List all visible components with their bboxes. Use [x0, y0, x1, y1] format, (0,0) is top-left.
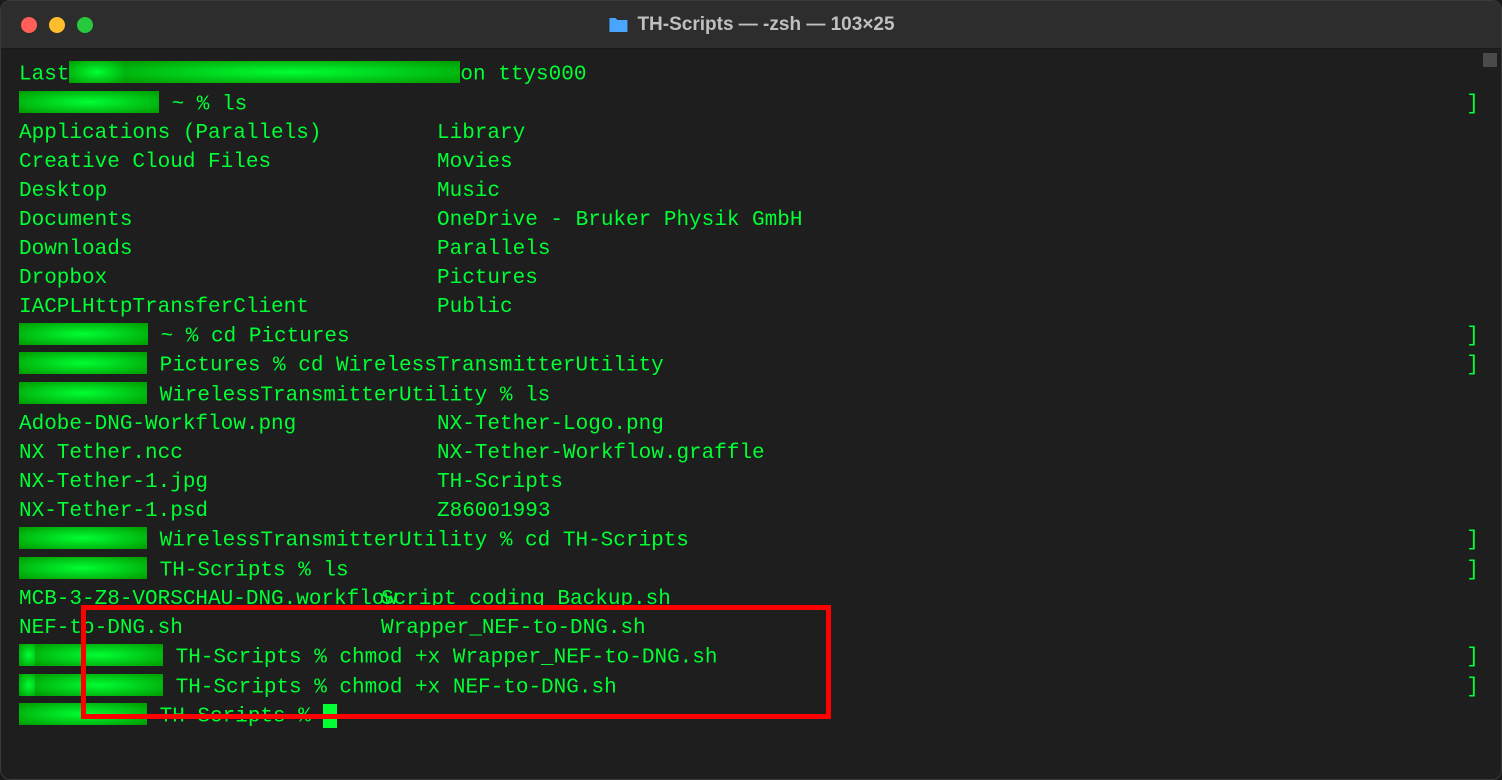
list-item: Desktop [19, 178, 437, 207]
list-item: TH-Scripts [437, 469, 1483, 498]
folder-icon [607, 16, 629, 34]
prompt-line: WirelessTransmitterUtility % ls [19, 382, 1483, 412]
prompt-line: TH-Scripts % ls] [19, 557, 1483, 587]
list-item: NX-Tether-Logo.png [437, 411, 1483, 440]
terminal-window: TH-Scripts — -zsh — 103×25 Laston ttys00… [0, 0, 1502, 780]
redacted-hostname [19, 323, 148, 345]
list-item: Script_coding_Backup.sh [381, 586, 1483, 615]
redacted-hostname [19, 382, 147, 404]
list-item: IACPLHttpTransferClient [19, 294, 437, 323]
prompt-line: TH-Scripts % chmod +x NEF-to-DNG.sh] [19, 674, 1483, 704]
list-item: Creative Cloud Files [19, 149, 437, 178]
redacted-hostname [19, 527, 147, 549]
list-item: Parallels [437, 236, 1483, 265]
ls-output-thscripts: MCB-3-Z8-VORSCHAU-DNG.workflow NEF-to-DN… [19, 586, 1483, 644]
prompt-line: TH-Scripts % chmod +x Wrapper_NEF-to-DNG… [19, 644, 1483, 674]
list-item: Dropbox [19, 265, 437, 294]
list-item: Library [437, 120, 1483, 149]
list-item: Documents [19, 207, 437, 236]
minimize-button[interactable] [49, 17, 65, 33]
redacted-hostname [19, 91, 159, 113]
redacted-text [125, 61, 460, 83]
list-item: NX-Tether-1.jpg [19, 469, 437, 498]
list-item: NX-Tether-Workflow.graffle [437, 440, 1483, 469]
list-item: Wrapper_NEF-to-DNG.sh [381, 615, 1483, 644]
list-item: NEF-to-DNG.sh [19, 615, 381, 644]
redacted-hostname [19, 557, 147, 579]
last-login-line: Laston ttys000 [19, 61, 1483, 91]
cursor [323, 704, 337, 728]
ls-output-home: Applications (Parallels) Creative Cloud … [19, 120, 1483, 323]
prompt-line-current: TH-Scripts % [19, 703, 1483, 733]
terminal-body[interactable]: Laston ttys000 ~ % ls] Applications (Par… [1, 49, 1501, 779]
ls-output-wtu: Adobe-DNG-Workflow.png NX Tether.ncc NX-… [19, 411, 1483, 527]
list-item: Z86001993 [437, 498, 1483, 527]
list-item: MCB-3-Z8-VORSCHAU-DNG.workflow [19, 586, 381, 615]
list-item: Public [437, 294, 1483, 323]
close-button[interactable] [21, 17, 37, 33]
list-item: Movies [437, 149, 1483, 178]
list-item: OneDrive - Bruker Physik GmbH [437, 207, 1483, 236]
title-text: TH-Scripts — -zsh — 103×25 [637, 14, 894, 36]
prompt-line: Pictures % cd WirelessTransmitterUtility… [19, 352, 1483, 382]
list-item: Music [437, 178, 1483, 207]
prompt-line: ~ % cd Pictures] [19, 323, 1483, 353]
list-item: NX-Tether-1.psd [19, 498, 437, 527]
list-item: Downloads [19, 236, 437, 265]
redacted-hostname [35, 644, 163, 666]
redacted-hostname [19, 352, 147, 374]
list-item: Applications (Parallels) [19, 120, 437, 149]
maximize-button[interactable] [77, 17, 93, 33]
list-item: Adobe-DNG-Workflow.png [19, 411, 437, 440]
redacted-text [69, 61, 125, 83]
redacted-hostname [19, 703, 147, 725]
redacted-hostname [35, 674, 163, 696]
list-item: Pictures [437, 265, 1483, 294]
traffic-lights [1, 17, 93, 33]
list-item: NX Tether.ncc [19, 440, 437, 469]
prompt-line: WirelessTransmitterUtility % cd TH-Scrip… [19, 527, 1483, 557]
prompt-line: ~ % ls] [19, 91, 1483, 121]
titlebar[interactable]: TH-Scripts — -zsh — 103×25 [1, 1, 1501, 49]
window-title: TH-Scripts — -zsh — 103×25 [607, 14, 894, 36]
